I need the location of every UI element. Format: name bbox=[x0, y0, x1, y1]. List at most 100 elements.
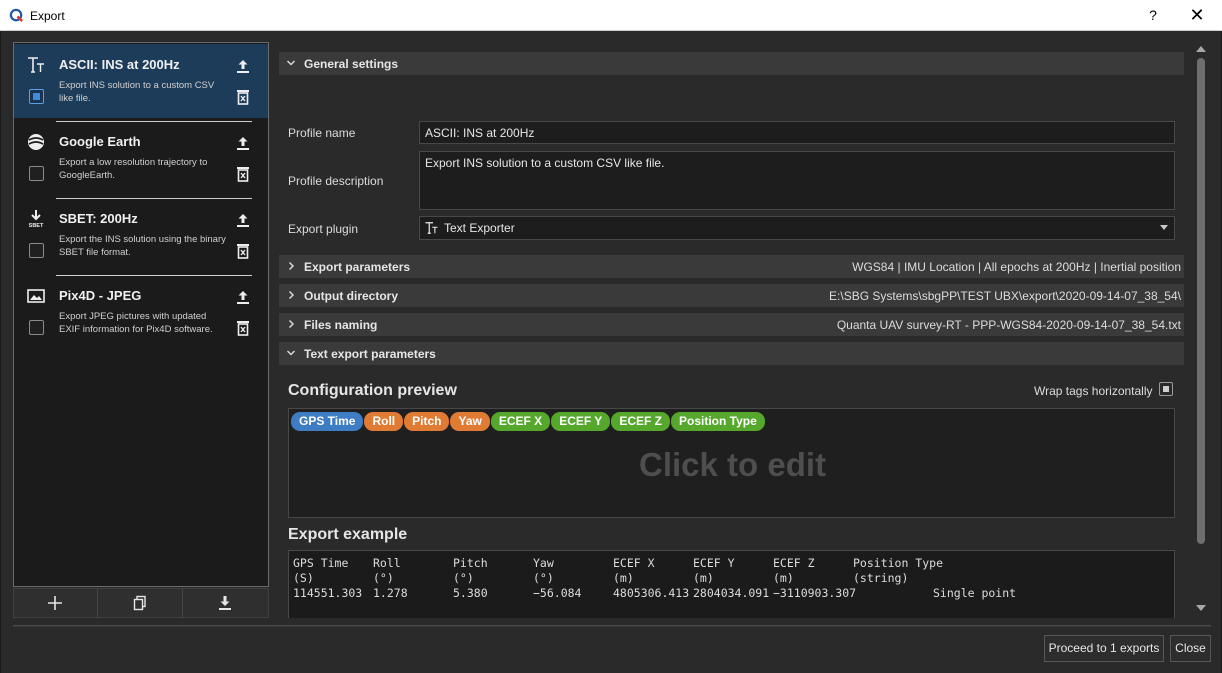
chevron-right-icon bbox=[288, 261, 295, 271]
add-profile-button[interactable] bbox=[14, 589, 98, 617]
help-button[interactable]: ? bbox=[1143, 5, 1163, 25]
export-profile-icon[interactable] bbox=[235, 289, 251, 305]
duplicate-profile-button[interactable] bbox=[99, 589, 183, 617]
section-summary: E:\SBG Systems\sbgPP\TEST UBX\export\202… bbox=[829, 289, 1181, 303]
profile-title: SBET: 200Hz bbox=[59, 211, 138, 226]
text-exporter-icon bbox=[28, 57, 44, 73]
delete-profile-icon[interactable] bbox=[235, 165, 251, 182]
profile-checkbox[interactable] bbox=[29, 89, 44, 104]
export-plugin-select[interactable]: Text Exporter bbox=[419, 216, 1175, 240]
profile-description: Export JPEG pictures with updated EXIF i… bbox=[59, 311, 213, 335]
settings-panel: General settings Profile name ASCII: INS… bbox=[279, 50, 1185, 618]
export-profile-icon[interactable] bbox=[235, 58, 251, 74]
section-title: General settings bbox=[304, 57, 399, 71]
export-profile-icon[interactable] bbox=[235, 212, 251, 228]
general-settings-header[interactable]: General settings bbox=[279, 52, 1184, 75]
tag-pitch[interactable]: Pitch bbox=[404, 412, 450, 431]
download-icon bbox=[219, 596, 231, 610]
configuration-preview-box[interactable]: GPS Time Roll Pitch Yaw ECEF X ECEF Y ECEF Z Po… bbox=[288, 408, 1175, 518]
delete-profile-icon[interactable] bbox=[235, 88, 251, 105]
export-plugin-label: Export plugin bbox=[288, 222, 359, 236]
profile-description-field[interactable]: Export INS solution to a custom CSV like… bbox=[419, 151, 1175, 210]
profile-description-label: Profile description bbox=[288, 174, 384, 188]
tag-yaw[interactable]: Yaw bbox=[450, 412, 490, 431]
configuration-preview-title: Configuration preview bbox=[288, 382, 457, 399]
tag-ecef-z[interactable]: ECEF Z bbox=[611, 412, 670, 431]
profile-name-label: Profile name bbox=[288, 126, 356, 140]
app-logo-icon bbox=[9, 8, 23, 22]
tag-position-type[interactable]: Position Type bbox=[670, 412, 765, 431]
chevron-right-icon bbox=[288, 319, 295, 329]
plus-icon bbox=[48, 596, 62, 610]
chevron-down-icon bbox=[286, 350, 296, 356]
example-unit-cell: (°) bbox=[453, 571, 474, 585]
text-exporter-icon bbox=[425, 222, 438, 234]
profile-description: Export INS solution to a custom CSV like… bbox=[59, 80, 215, 104]
profile-title: ASCII: INS at 200Hz bbox=[59, 57, 180, 72]
google-earth-icon bbox=[28, 134, 44, 150]
footer-divider bbox=[13, 625, 1211, 627]
example-unit-cell: (m) bbox=[693, 571, 714, 585]
export-example-title: Export example bbox=[288, 526, 408, 543]
profile-title: Pix4D - JPEG bbox=[59, 288, 142, 303]
output-directory-header[interactable]: Output directory E:\SBG Systems\sbgPP\TE… bbox=[279, 284, 1184, 307]
export-plugin-value: Text Exporter bbox=[444, 221, 515, 235]
profile-actions-bar bbox=[13, 588, 269, 618]
profile-item-google-earth[interactable]: Google Earth Export a low resolution tra… bbox=[14, 121, 268, 195]
copy-icon bbox=[133, 595, 146, 611]
example-header-cell: Yaw bbox=[533, 556, 554, 570]
import-profile-button[interactable] bbox=[184, 589, 268, 617]
proceed-button[interactable]: Proceed to 1 exports bbox=[1044, 635, 1164, 662]
profile-item-pix4d[interactable]: Pix4D - JPEG Export JPEG pictures with u… bbox=[14, 275, 268, 349]
export-profile-icon[interactable] bbox=[235, 135, 251, 151]
scroll-up-icon[interactable] bbox=[1196, 46, 1206, 52]
section-title: Export parameters bbox=[304, 260, 411, 274]
click-to-edit-hint[interactable]: Click to edit bbox=[289, 446, 1176, 484]
section-summary: WGS84 | IMU Location | All epochs at 200… bbox=[852, 260, 1181, 274]
delete-profile-icon[interactable] bbox=[235, 319, 251, 336]
tag-gps-time[interactable]: GPS Time bbox=[291, 412, 364, 431]
section-summary: Quanta UAV survey-RT - PPP-WGS84-2020-09… bbox=[836, 318, 1181, 332]
example-header-cell: Position Type bbox=[853, 556, 944, 570]
profile-checkbox[interactable] bbox=[29, 166, 44, 181]
settings-scrollbar[interactable] bbox=[1194, 43, 1208, 618]
example-value-cell: 5.380 bbox=[453, 586, 488, 600]
profile-name-field[interactable]: ASCII: INS at 200Hz bbox=[419, 121, 1175, 144]
scrollbar-thumb[interactable] bbox=[1197, 58, 1205, 544]
example-header-cell: GPS Time bbox=[293, 556, 349, 570]
close-window-button[interactable]: ✕ bbox=[1186, 5, 1208, 25]
wrap-tags-checkbox[interactable] bbox=[1159, 382, 1173, 396]
files-naming-header[interactable]: Files naming Quanta UAV survey-RT - PPP-… bbox=[279, 313, 1184, 336]
example-unit-cell: (S) bbox=[293, 571, 314, 585]
profile-item-ascii[interactable]: ASCII: INS at 200Hz Export INS solution … bbox=[14, 44, 268, 118]
profiles-list: ASCII: INS at 200Hz Export INS solution … bbox=[13, 42, 269, 587]
section-title: Text export parameters bbox=[304, 347, 436, 361]
tag-ecef-x[interactable]: ECEF X bbox=[490, 412, 551, 431]
section-title: Output directory bbox=[304, 289, 399, 303]
profile-item-sbet[interactable]: SBET SBET: 200Hz Export the INS solution… bbox=[14, 198, 268, 272]
example-value-cell: 2804034.091 bbox=[693, 586, 770, 600]
section-title: Files naming bbox=[304, 318, 378, 332]
export-parameters-header[interactable]: Export parameters WGS84 | IMU Location |… bbox=[279, 255, 1184, 278]
window-title: Export bbox=[30, 9, 65, 23]
example-value-cell: 114551.303 bbox=[293, 586, 363, 600]
example-value-cell: −3110903.307 bbox=[773, 586, 857, 600]
example-value-cell: −56.084 bbox=[533, 586, 582, 600]
export-example-box: GPS Time Roll Pitch Yaw ECEF X ECEF Y ECEF Z Po… bbox=[288, 550, 1175, 618]
example-header-cell: ECEF Y bbox=[693, 556, 735, 570]
close-button[interactable]: Close bbox=[1170, 635, 1211, 662]
text-export-parameters-header[interactable]: Text export parameters bbox=[279, 342, 1184, 365]
profile-description: Export a low resolution trajectory to Go… bbox=[59, 157, 208, 181]
delete-profile-icon[interactable] bbox=[235, 242, 251, 259]
profile-checkbox[interactable] bbox=[29, 320, 44, 335]
profile-checkbox[interactable] bbox=[29, 243, 44, 258]
tag-ecef-y[interactable]: ECEF Y bbox=[551, 412, 611, 431]
chevron-down-icon bbox=[1160, 225, 1168, 230]
example-header-cell: ECEF X bbox=[613, 556, 655, 570]
example-unit-cell: (°) bbox=[533, 571, 554, 585]
tag-roll[interactable]: Roll bbox=[364, 412, 404, 431]
example-value-cell: 1.278 bbox=[373, 586, 408, 600]
example-header-cell: ECEF Z bbox=[773, 556, 815, 570]
example-unit-cell: (°) bbox=[373, 571, 394, 585]
scroll-down-icon[interactable] bbox=[1196, 605, 1206, 611]
